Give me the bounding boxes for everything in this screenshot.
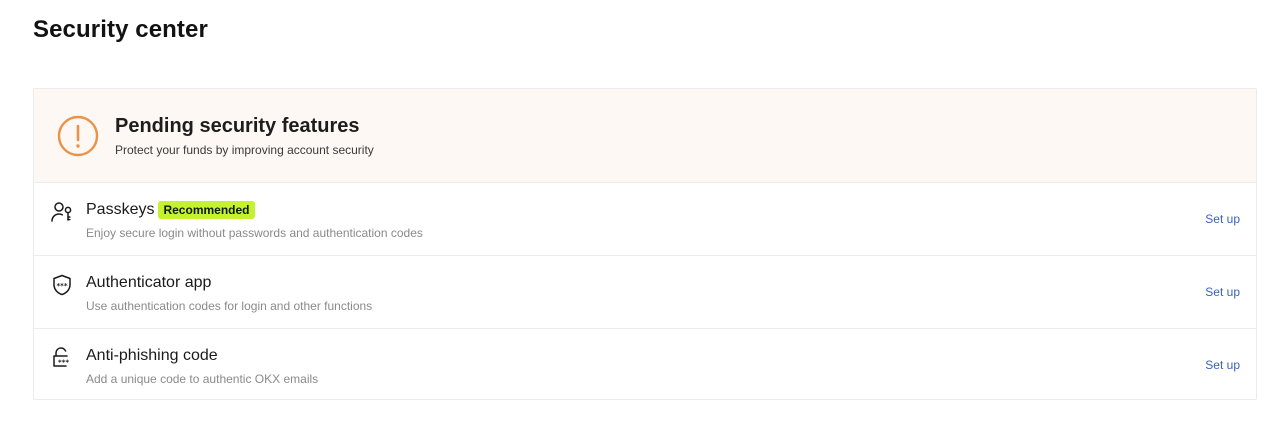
anti-phishing-setup-link[interactable]: Set up	[1205, 358, 1240, 372]
pending-security-banner: Pending security features Protect your f…	[34, 89, 1256, 182]
feature-description: Use authentication codes for login and o…	[86, 299, 373, 313]
page-title: Security center	[33, 16, 208, 43]
recommended-badge: Recommended	[158, 201, 255, 219]
banner-title: Pending security features	[115, 115, 360, 137]
feature-row-anti-phishing: *** Anti-phishing code Add a unique code…	[34, 328, 1256, 399]
feature-description: Enjoy secure login without passwords and…	[86, 226, 423, 240]
feature-row-authenticator: *** Authenticator app Use authentication…	[34, 255, 1256, 328]
feature-description: Add a unique code to authentic OKX email…	[86, 372, 319, 386]
security-features-card: Pending security features Protect your f…	[33, 88, 1257, 400]
anti-phishing-lock-icon: ***	[50, 346, 74, 370]
svg-text:***: ***	[58, 359, 69, 367]
feature-title: Anti-phishing code	[86, 347, 218, 364]
banner-subtitle: Protect your funds by improving account …	[115, 143, 374, 157]
feature-title: Passkeys	[86, 201, 155, 218]
warning-circle-icon	[57, 115, 99, 157]
passkeys-setup-link[interactable]: Set up	[1205, 212, 1240, 226]
svg-text:***: ***	[57, 282, 68, 290]
authenticator-shield-icon: ***	[50, 273, 74, 297]
feature-row-passkeys: Passkeys Recommended Enjoy secure login …	[34, 182, 1256, 255]
passkey-icon	[50, 200, 74, 224]
feature-title: Authenticator app	[86, 274, 212, 291]
authenticator-setup-link[interactable]: Set up	[1205, 285, 1240, 299]
